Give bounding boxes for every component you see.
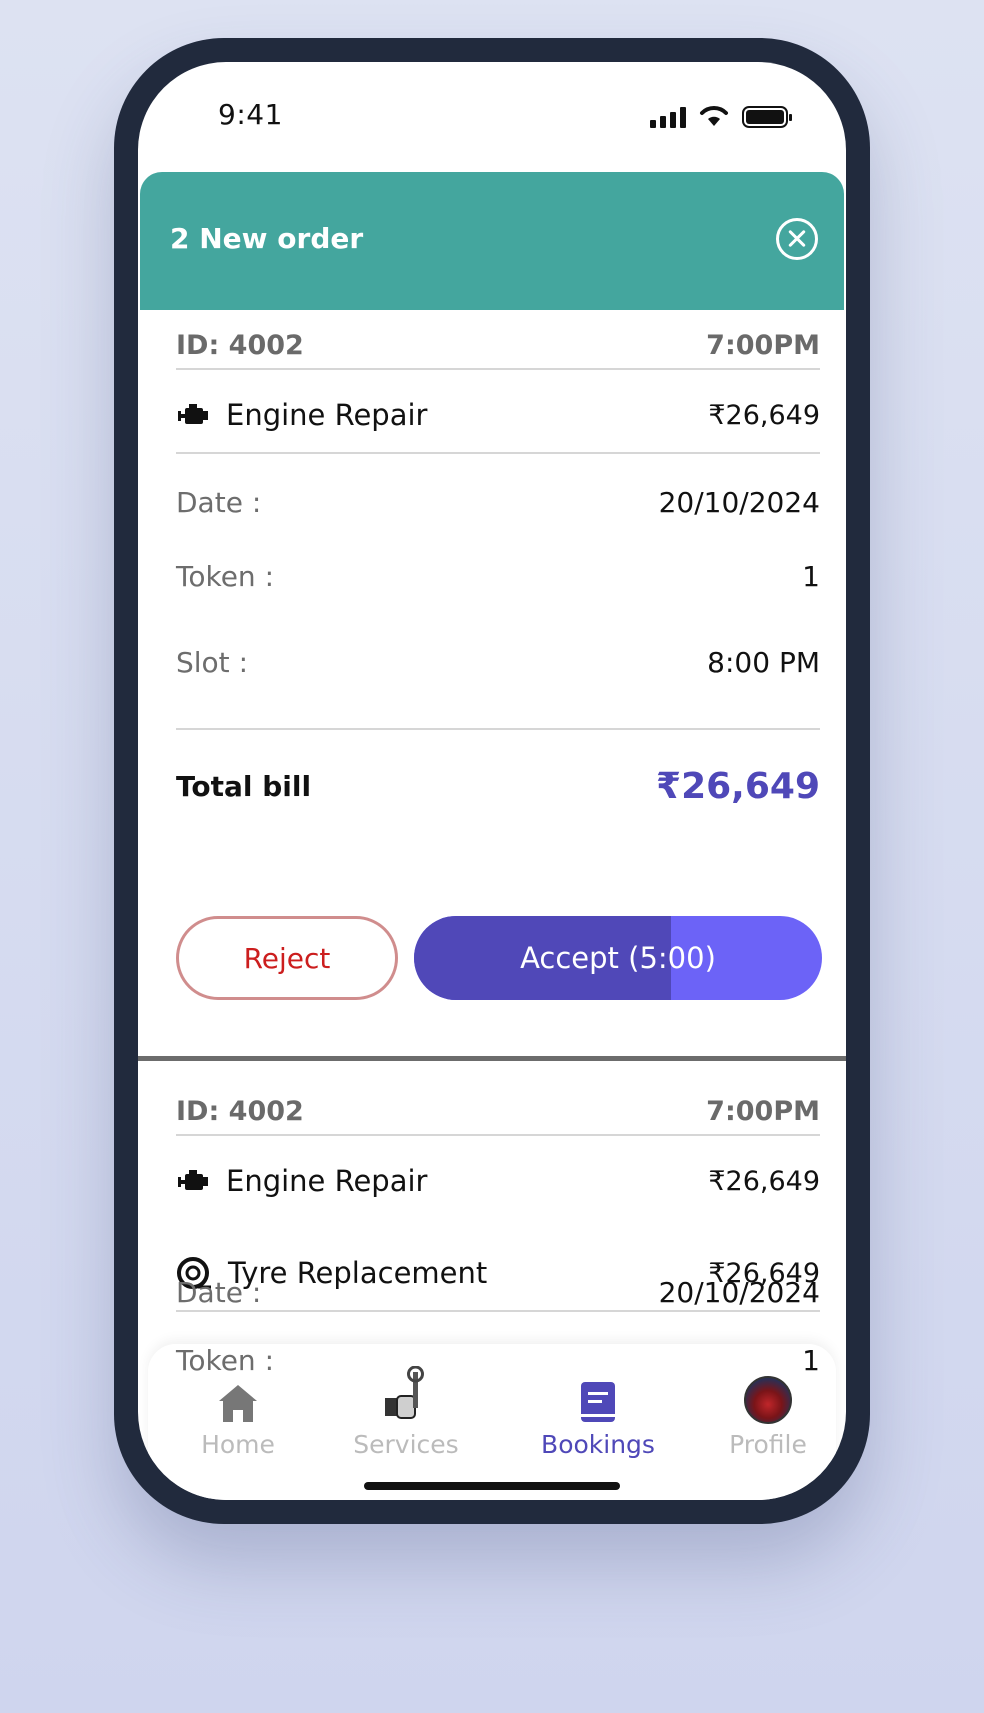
slot-label: Slot : — [176, 646, 248, 679]
total-label: Total bill — [176, 770, 312, 803]
home-icon — [219, 1385, 257, 1422]
order-id-row: ID: 4002 7:00PM — [176, 1096, 820, 1127]
engine-icon — [178, 404, 208, 424]
token-value: 1 — [802, 1344, 820, 1377]
home-indicator — [364, 1482, 620, 1490]
order-time: 7:00PM — [706, 330, 820, 361]
token-label: Token : — [176, 1344, 274, 1377]
order-id: ID: 4002 — [176, 330, 304, 361]
token-value: 1 — [802, 560, 820, 593]
date-value: 20/10/2024 — [658, 486, 820, 519]
total-row: Total bill ₹26,649 — [176, 766, 820, 807]
token-row: Token : 1 — [176, 1344, 820, 1377]
close-icon[interactable] — [776, 218, 818, 260]
nav-label: Profile — [729, 1430, 807, 1459]
nav-item-bookings[interactable]: Bookings — [528, 1364, 668, 1459]
reject-button[interactable]: Reject — [176, 916, 398, 1000]
nav-item-profile[interactable]: Profile — [698, 1364, 838, 1459]
signal-icon — [650, 106, 686, 128]
battery-icon — [742, 106, 792, 128]
nav-label: Services — [353, 1430, 459, 1459]
service-row: Engine Repair ₹26,649 — [176, 398, 820, 432]
total-value: ₹26,649 — [656, 766, 820, 807]
token-row: Token : 1 — [176, 560, 820, 593]
nav-label: Home — [201, 1430, 275, 1459]
order-time: 7:00PM — [706, 1096, 820, 1127]
order-id: ID: 4002 — [176, 1096, 304, 1127]
divider — [176, 1134, 820, 1136]
divider — [176, 1310, 820, 1312]
phone-frame: 9:41 2 New order ID: 4002 7:00PM Engine … — [114, 38, 870, 1524]
date-label: Date : — [176, 486, 262, 519]
avatar — [744, 1376, 792, 1424]
divider — [176, 452, 820, 454]
wifi-icon — [700, 106, 728, 126]
nav-item-home[interactable]: Home — [168, 1364, 308, 1459]
date-value: 20/10/2024 — [658, 1276, 820, 1309]
nav-label: Bookings — [541, 1430, 655, 1459]
book-icon — [581, 1382, 615, 1422]
order-id-row: ID: 4002 7:00PM — [176, 330, 820, 361]
date-row: Date : 20/10/2024 — [176, 1276, 820, 1309]
header-title: 2 New order — [170, 222, 364, 255]
divider — [176, 728, 820, 730]
order-separator — [138, 1056, 846, 1061]
service-price: ₹26,649 — [708, 399, 820, 431]
accept-button[interactable]: Accept (5:00) — [414, 916, 822, 1000]
slot-row: Slot : 8:00 PM — [176, 646, 820, 679]
date-label: Date : — [176, 1276, 262, 1309]
date-row: Date : 20/10/2024 — [176, 486, 820, 519]
nav-item-services[interactable]: Services — [336, 1364, 476, 1459]
service-price: ₹26,649 — [708, 1165, 820, 1197]
slot-value: 8:00 PM — [707, 646, 820, 679]
service-name: Engine Repair — [226, 398, 428, 432]
new-order-header: 2 New order — [140, 172, 844, 310]
service-row: Engine Repair ₹26,649 — [176, 1164, 820, 1198]
accept-label: Accept (5:00) — [520, 941, 716, 975]
divider — [176, 368, 820, 370]
service-name: Engine Repair — [226, 1164, 428, 1198]
status-time: 9:41 — [218, 98, 283, 131]
screen: 9:41 2 New order ID: 4002 7:00PM Engine … — [138, 62, 846, 1500]
engine-icon — [178, 1170, 208, 1190]
status-bar: 9:41 — [138, 62, 846, 172]
token-label: Token : — [176, 560, 274, 593]
